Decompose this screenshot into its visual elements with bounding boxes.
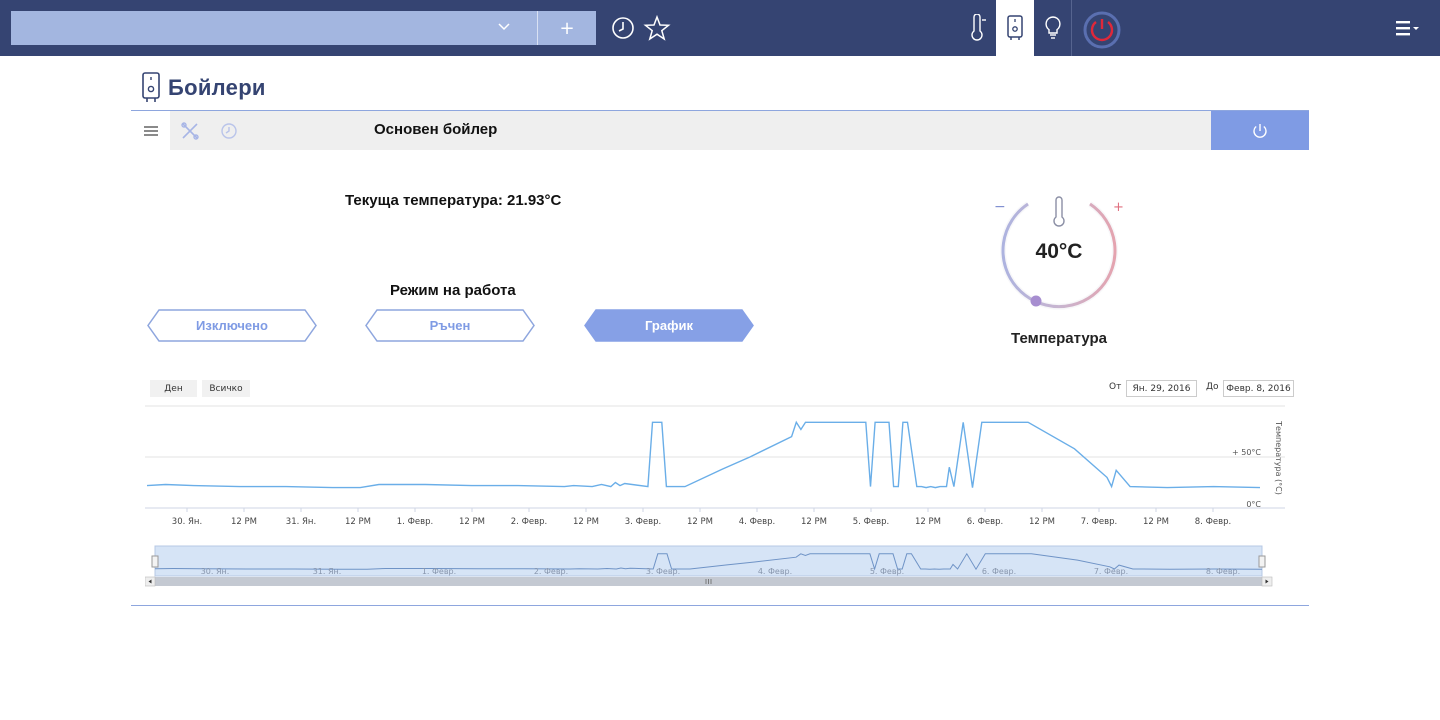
chevron-down-icon (498, 23, 510, 31)
to-date-input[interactable]: Февр. 8, 2016 (1223, 380, 1294, 397)
x-tick-label: 12 PM (915, 517, 941, 527)
star-icon[interactable] (643, 14, 671, 42)
tab-boilers[interactable] (996, 0, 1034, 56)
x-tick-label: 12 PM (1143, 517, 1169, 527)
from-date-input[interactable]: Ян. 29, 2016 (1126, 380, 1197, 397)
x-tick-label: 7. Февр. (1081, 517, 1117, 527)
topbar-divider (1071, 0, 1072, 56)
x-tick-label: 4. Февр. (739, 517, 775, 527)
top-bar: + (0, 0, 1440, 56)
x-tick-label: 8. Февр. (1195, 517, 1231, 527)
y-axis-label: Температура (°C) (1274, 420, 1283, 495)
x-tick-label: 12 PM (459, 517, 485, 527)
mode-manual-label: Ръчен (429, 318, 471, 333)
section-divider (131, 605, 1309, 606)
navigator-tick-label: 3. Февр. (646, 567, 680, 576)
mode-title: Режим на работа (390, 282, 516, 299)
page-header: Бойлери (140, 70, 266, 106)
temperature-chart: 30. Ян. 12 PM 31. Ян. 12 PM 1. Февр. 12 PM 2. … (145, 405, 1285, 587)
boiler-name: Основен бойлер (374, 121, 498, 138)
menu-icon[interactable] (1394, 17, 1422, 39)
navigator-tick-label: 8. Февр. (1206, 567, 1240, 576)
x-tick-label: 12 PM (687, 517, 713, 527)
location-select[interactable] (11, 11, 537, 45)
x-tick-label: 1. Февр. (397, 517, 433, 527)
dial-handle[interactable] (1030, 295, 1042, 307)
setpoint-value: 40°C (1035, 240, 1083, 263)
navigator-handle-right (1258, 555, 1266, 568)
tab-thermostats[interactable] (958, 0, 996, 56)
x-tick-label: 5. Февр. (853, 517, 889, 527)
range-day-button[interactable]: Ден (150, 380, 197, 397)
mode-off-label: Изключено (196, 318, 268, 333)
range-all-button[interactable]: Всичко (202, 380, 250, 397)
boiler-power-button[interactable] (1211, 111, 1309, 150)
list-icon (143, 125, 158, 136)
power-icon (1253, 123, 1267, 138)
mode-schedule-label: График (645, 318, 693, 333)
bulb-icon (1045, 16, 1061, 39)
navigator-tick-label: 30. Ян. (201, 567, 230, 576)
navigator-tick-label: 31. Ян. (313, 567, 342, 576)
navigator-handle-left (151, 555, 159, 568)
power-ring-icon[interactable] (1082, 10, 1122, 50)
temperature-series-line (146, 420, 1261, 489)
x-tick-label: 12 PM (1029, 517, 1055, 527)
boiler-header: Основен бойлер (170, 111, 1211, 150)
navigator-tick-label: 7. Февр. (1094, 567, 1128, 576)
page-title: Бойлери (168, 75, 266, 100)
schedule-clock-icon[interactable] (219, 121, 239, 141)
navigator-tick-label: 4. Февр. (758, 567, 792, 576)
mode-off-button[interactable]: Изключено (147, 309, 317, 342)
boiler-toolbar: Основен бойлер (131, 111, 1309, 150)
x-tick-label: 31. Ян. (286, 517, 316, 527)
mode-schedule-button[interactable]: График (584, 309, 754, 342)
add-location-button[interactable]: + (537, 11, 596, 45)
thermometer-icon (971, 14, 986, 41)
y-tick-label: 0°C (1246, 500, 1261, 509)
increase-temperature-button[interactable]: + (1113, 200, 1124, 215)
navigator-tick-label: 6. Февр. (982, 567, 1016, 576)
decrease-temperature-button[interactable]: − (994, 199, 1006, 215)
boiler-icon (1007, 15, 1023, 40)
x-tick-label: 12 PM (231, 517, 257, 527)
to-date-label: До (1206, 382, 1219, 392)
history-clock-icon[interactable] (609, 14, 637, 42)
current-temperature: Текуща температура: 21.93°C (345, 192, 562, 209)
navigator-tick-label: 5. Февр. (870, 567, 904, 576)
from-date-label: От (1109, 382, 1122, 392)
y-tick-label: + 50°C (1232, 448, 1261, 457)
x-tick-label: 3. Февр. (625, 517, 661, 527)
navigator-tick-label: 1. Февр. (422, 567, 456, 576)
x-tick-label: 30. Ян. (172, 517, 202, 527)
x-tick-label: 12 PM (573, 517, 599, 527)
x-tick-label: 2. Февр. (511, 517, 547, 527)
x-tick-label: 6. Февр. (967, 517, 1003, 527)
settings-tools-icon[interactable] (180, 121, 200, 141)
setpoint-label: Температура (1011, 330, 1107, 347)
mode-manual-button[interactable]: Ръчен (365, 309, 535, 342)
list-toggle-button[interactable] (131, 111, 170, 150)
boiler-icon (142, 72, 160, 102)
x-tick-label: 12 PM (801, 517, 827, 527)
x-tick-label: 12 PM (345, 517, 371, 527)
tab-lights[interactable] (1034, 0, 1072, 56)
thermometer-icon (1053, 196, 1065, 227)
navigator-tick-label: 2. Февр. (534, 567, 568, 576)
